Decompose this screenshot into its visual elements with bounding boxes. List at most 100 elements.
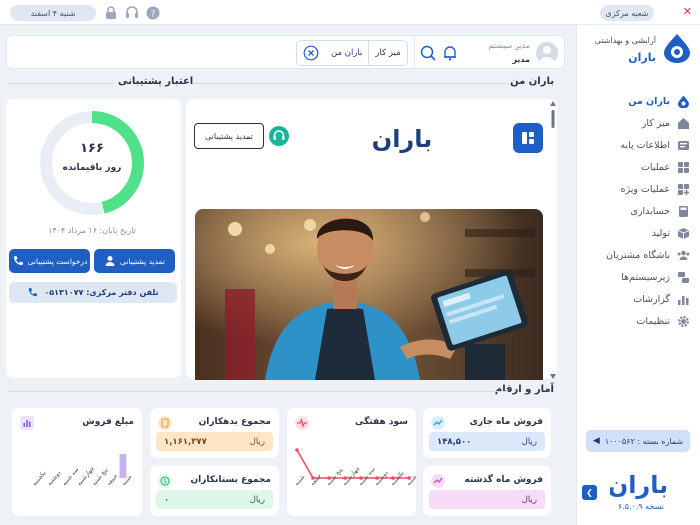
stat-card-weekly-profit: سود هفتگی شنبه یکشنبه دوشنبه سه شنبه چهارشنب…: [287, 408, 416, 516]
stat-value: ۰: [164, 494, 170, 505]
version-label: نسخه ۶.۵.۰.۹: [617, 502, 664, 511]
help-icon[interactable]: ?: [146, 6, 160, 20]
sidebar-item-label: تنظیمات: [636, 315, 670, 327]
search-icon[interactable]: [419, 44, 437, 62]
chart-icon: [678, 295, 689, 305]
branch-pill[interactable]: شعبه مرکزی: [600, 5, 654, 21]
lock-icon[interactable]: [104, 6, 118, 20]
subsystem-icon: [678, 271, 689, 283]
sidebar-item-label: باشگاه مشتریان: [606, 249, 670, 261]
sidebar-item-reports[interactable]: گزارشات: [584, 289, 690, 309]
dollar-icon: $: [158, 474, 172, 488]
sales-bar: [119, 454, 127, 478]
stat-value: ۱۴۸,۵۰۰: [437, 436, 472, 447]
request-support-button[interactable]: درخواست پشتیبانی: [9, 249, 90, 273]
chip-label: میز کار: [368, 41, 406, 65]
receipt-icon: [158, 416, 172, 430]
divider: [191, 83, 509, 84]
chip-value: باران من: [331, 48, 363, 58]
collapse-sidebar-button[interactable]: ❯: [582, 485, 597, 500]
stat-value-box: ریال: [429, 490, 545, 509]
package-number-button[interactable]: شماره بسته : ۱۰۰۰۵۶۲ ◀: [586, 430, 690, 452]
sidebar-item-label: اطلاعات پایه: [620, 139, 670, 151]
svg-text:$: $: [163, 478, 167, 485]
sidebar-item-accounting[interactable]: حسابداری: [584, 201, 690, 221]
calculator-icon: [679, 205, 688, 217]
divider: [8, 83, 114, 84]
sidebar-item-label: زیرسیستم‌ها: [621, 271, 670, 283]
weekly-profit-chart: شنبهیکشنبهدوشنبهسه شنبهچهارشنبهپنج شنبهج…: [293, 448, 416, 488]
sidebar-item-label: میز کار: [641, 117, 670, 129]
trend-icon: [431, 416, 445, 430]
close-circle-icon[interactable]: [303, 45, 319, 61]
support-days-number: ۱۶۶: [80, 141, 104, 156]
active-tab-chip[interactable]: میز کار باران من: [296, 40, 408, 66]
stat-unit: ریال: [521, 436, 537, 447]
stat-card-sales-amount: مبلغ فروش یکشنبه دوشنبه سه شنبه چهارشنبه پنج…: [12, 408, 142, 516]
renew-support-button[interactable]: تمدید پشتیبانی: [94, 249, 175, 273]
brand-name: باران: [628, 51, 656, 64]
stat-card-creditors: مجموع بستانکاران $ ریال ۰: [150, 466, 279, 516]
grid-icon: [678, 161, 689, 173]
close-icon[interactable]: ✕: [683, 5, 692, 18]
sidebar-item-baran-man[interactable]: باران من: [584, 91, 690, 111]
support-headset-icon: [269, 126, 289, 146]
stat-card-current-month: فروش ماه جاری ریال ۱۴۸,۵۰۰: [423, 408, 551, 458]
sidebar: آرایشی و بهداشتی باران باران من میز کار …: [576, 25, 700, 525]
stat-unit: ریال: [521, 494, 537, 505]
phone-call-icon: [13, 256, 23, 266]
sidebar-item-operations[interactable]: عملیات: [584, 157, 690, 177]
sidebar-item-label: گزارشات: [633, 293, 670, 305]
promo-scrollbar[interactable]: [550, 100, 556, 380]
profit-tick-label: شنبه: [293, 474, 306, 488]
office-phone-text: تلفن دفتر مرکزی: ۰۵۱۳۱۰۷۷: [44, 288, 159, 297]
grid-plus-icon: [678, 183, 689, 195]
stat-title: فروش ماه جاری: [469, 417, 543, 427]
users-icon: [677, 250, 690, 260]
divider: [8, 391, 508, 392]
sidebar-item-subsystems[interactable]: زیرسیستم‌ها: [584, 267, 690, 287]
sidebar-item-base-info[interactable]: اطلاعات پایه: [584, 135, 690, 155]
stat-value-box: ریال ۰: [156, 490, 273, 509]
phone-icon: [29, 287, 38, 297]
sidebar-item-desk[interactable]: میز کار: [584, 113, 690, 133]
box-icon: [677, 227, 690, 239]
promo-brand-name: باران: [372, 125, 433, 153]
sales-amount-chart: یکشنبهدوشنبهسه شنبهچهارشنبهپنج شنبهجمعه ش…: [31, 454, 133, 487]
renew-support-label: تمدید پشتیبانی: [120, 256, 165, 266]
promo-photo: [195, 209, 543, 380]
promo-renew-button[interactable]: تمدید پشتیبانی: [194, 123, 264, 149]
sidebar-item-label: حسابداری: [630, 205, 670, 217]
stat-title: فروش ماه گذشته: [464, 475, 543, 485]
shopkeeper-image: [195, 209, 543, 380]
drop-icon: [678, 95, 689, 108]
office-phone: تلفن دفتر مرکزی: ۰۵۱۳۱۰۷۷: [9, 282, 177, 303]
promo-brand-logo: باران: [372, 125, 433, 153]
sidebar-item-production[interactable]: تولید: [584, 223, 690, 243]
database-icon: [678, 140, 689, 150]
support-days-label: روز باقیمانده: [62, 163, 122, 173]
brand-subtitle: آرایشی و بهداشتی: [594, 36, 656, 45]
footer-brand-name: باران: [610, 471, 666, 499]
profit-point: [295, 448, 299, 452]
sidebar-item-settings[interactable]: تنظیمات: [584, 311, 690, 331]
caret-left-icon: ◀: [592, 436, 600, 446]
sidebar-item-label: عملیات: [640, 161, 670, 173]
stat-unit: ریال: [249, 494, 265, 505]
sidebar-item-label: باران من: [628, 95, 670, 107]
stat-value-box: ریال ۱۴۸,۵۰۰: [429, 432, 545, 451]
date-pill[interactable]: شنبه ۴ اسفند: [10, 5, 96, 21]
gear-icon: [678, 315, 689, 327]
top-bar: شعبه مرکزی ✕ شنبه ۴ اسفند ?: [0, 0, 700, 25]
profit-tick-label: شنبه: [405, 474, 416, 488]
stat-value: ۱,۱۶۱,۳۷۷: [164, 436, 207, 447]
user-role: مدیر سیستم: [488, 41, 530, 50]
bell-icon[interactable]: [441, 44, 459, 62]
headset-icon[interactable]: [124, 5, 140, 21]
sidebar-item-customer-club[interactable]: باشگاه مشتریان: [584, 245, 690, 265]
sidebar-item-label: تولید: [651, 227, 670, 239]
user-plus-icon: [105, 256, 115, 266]
trend-icon: [431, 474, 445, 488]
request-support-label: درخواست پشتیبانی: [27, 256, 88, 266]
sidebar-item-special-operations[interactable]: عملیات ویژه: [584, 179, 690, 199]
